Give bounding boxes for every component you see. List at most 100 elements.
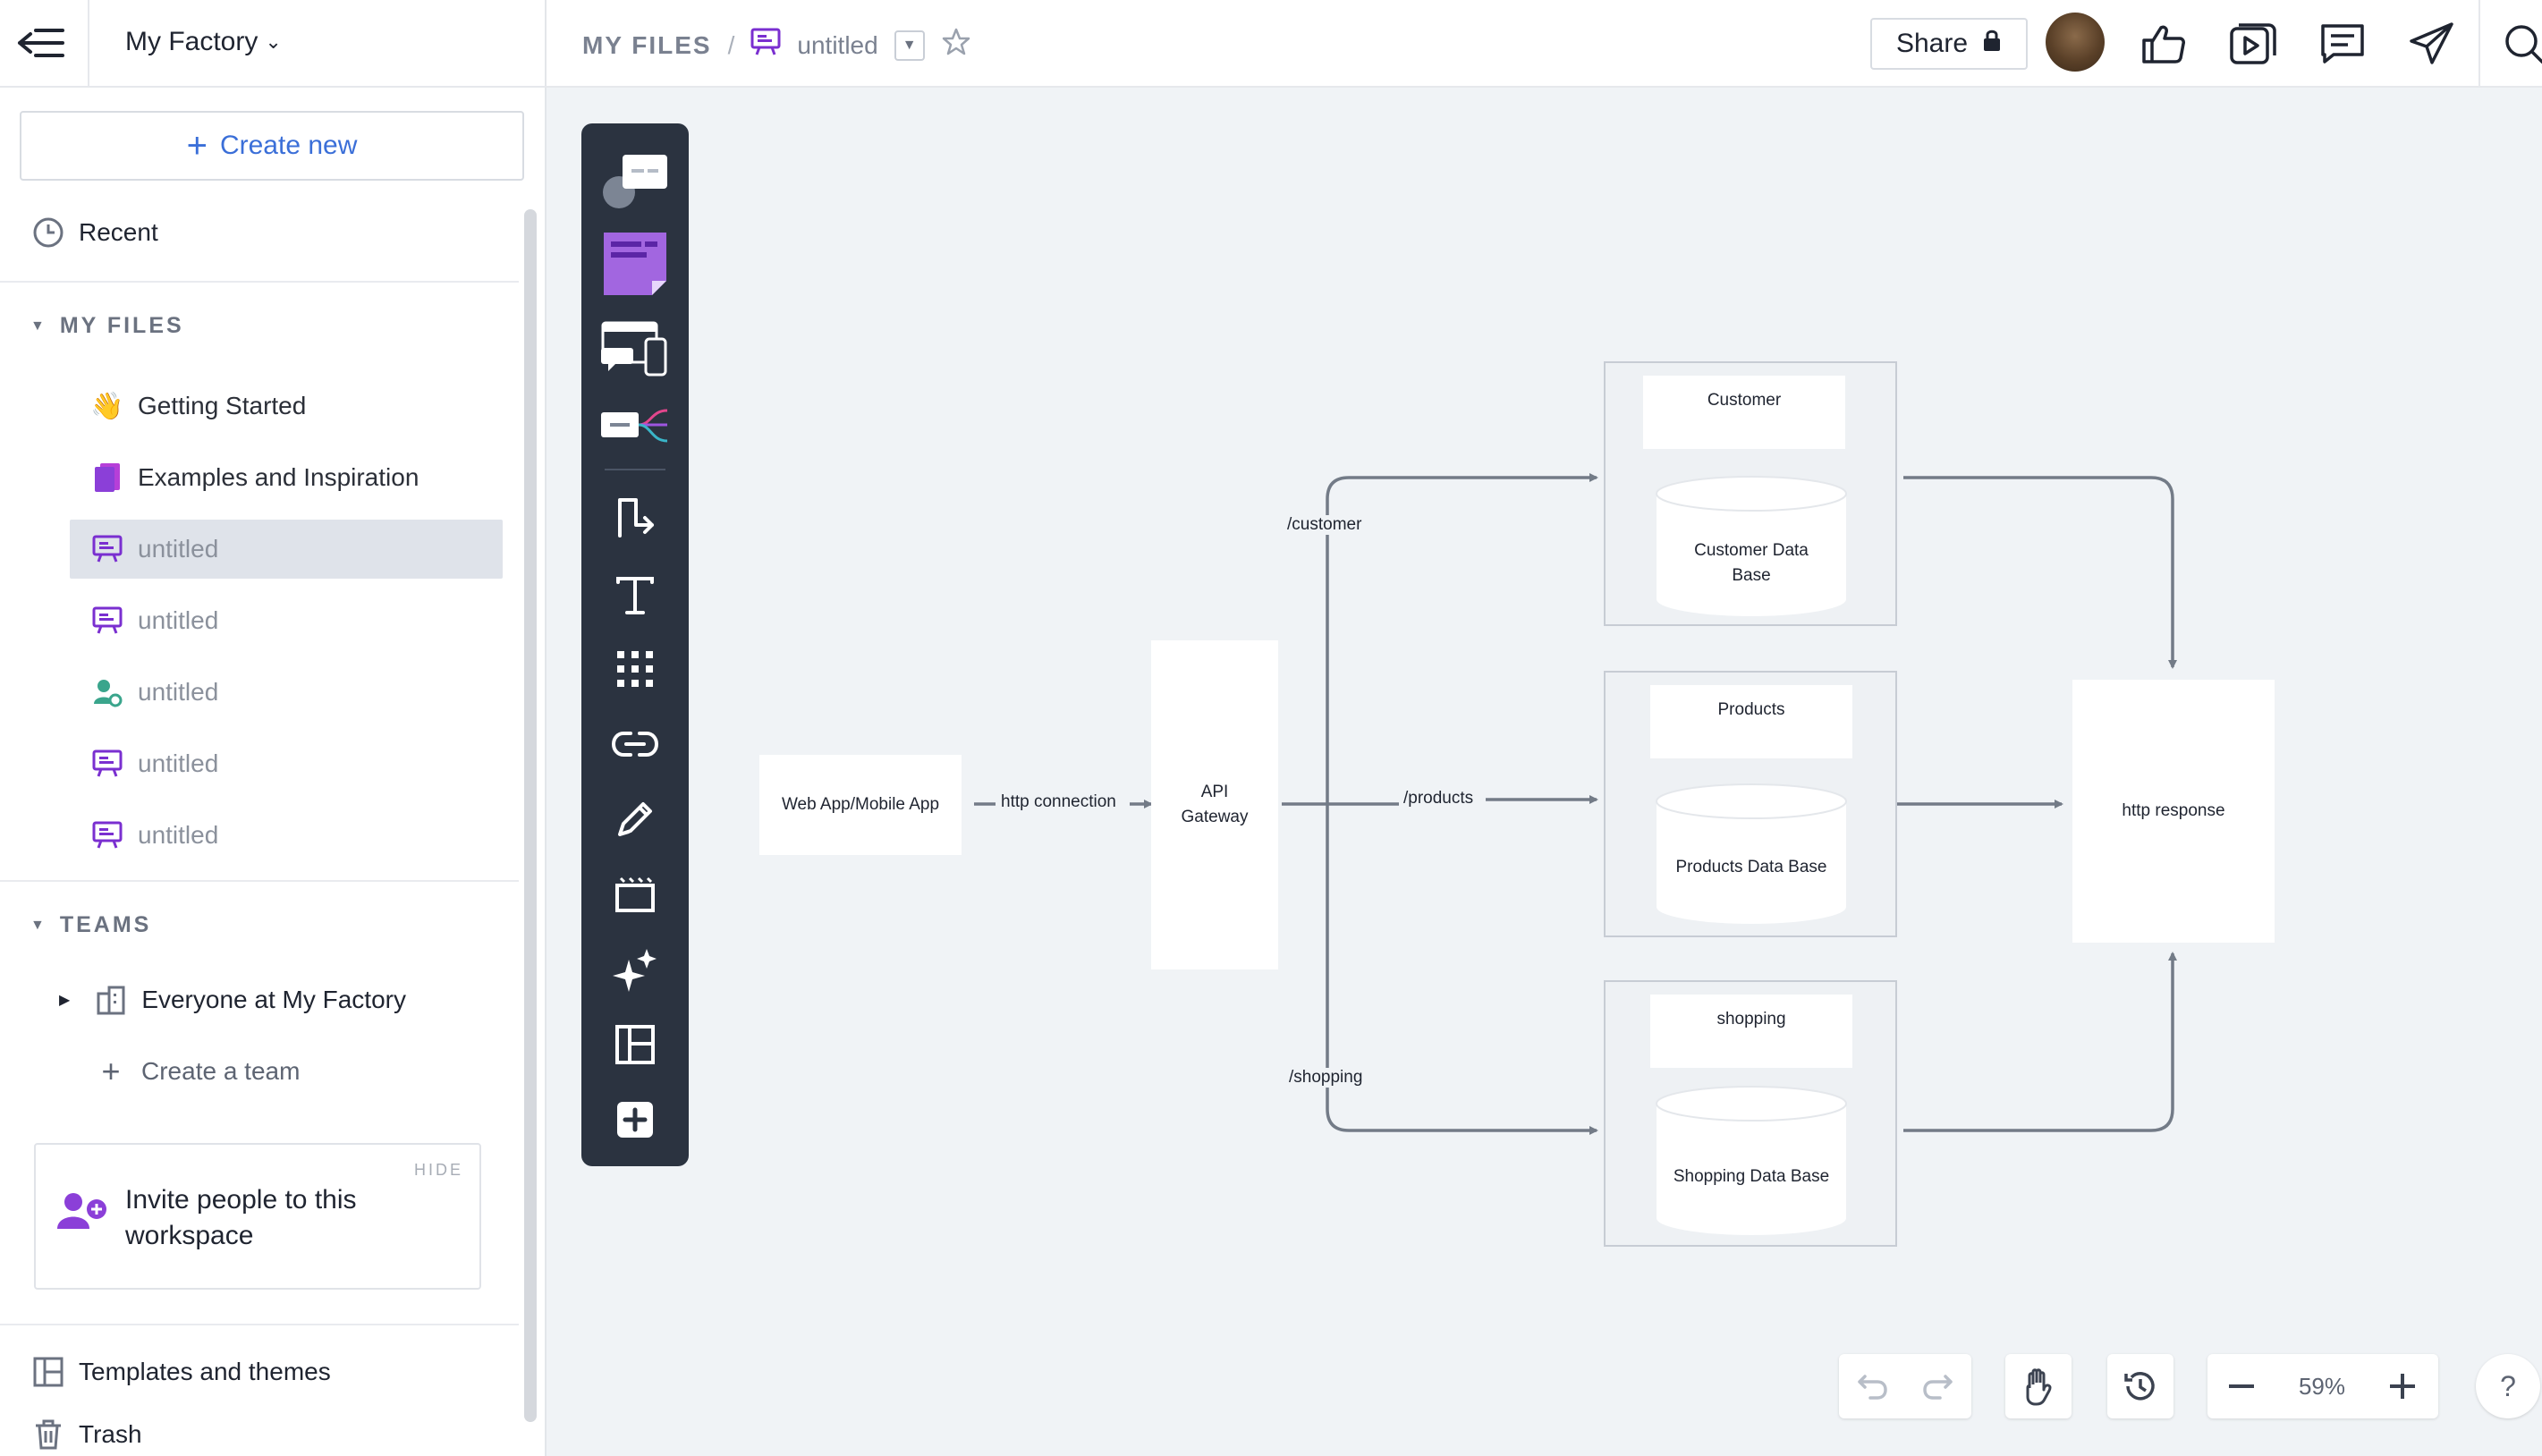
edge-label-shopping[interactable]: /shopping: [1287, 1068, 1365, 1088]
mindmap-tool-icon[interactable]: [581, 392, 689, 460]
create-team-label: Create a team: [141, 1057, 301, 1085]
document-menu-chevron-icon[interactable]: ▼: [894, 30, 925, 61]
node-shopping[interactable]: shopping: [1650, 995, 1852, 1068]
collapse-sidebar-icon[interactable]: [16, 23, 66, 63]
whiteboard-icon: [91, 819, 123, 851]
node-http-response[interactable]: http response: [2072, 680, 2275, 943]
group-shopping[interactable]: shopping Shopping Data Base: [1604, 980, 1897, 1247]
node-customer[interactable]: Customer: [1643, 376, 1845, 449]
file-item-untitled[interactable]: untitled: [70, 806, 503, 865]
breadcrumb-my-files[interactable]: MY FILES: [582, 31, 712, 60]
hide-invite-button[interactable]: HIDE: [414, 1161, 463, 1180]
whiteboard-icon: [91, 533, 123, 565]
edge-label-http[interactable]: http connection: [999, 792, 1118, 812]
file-label: Getting Started: [138, 392, 307, 419]
sticky-note-tool-icon[interactable]: [581, 224, 689, 304]
team-item-everyone[interactable]: ▶ Everyone at My Factory: [59, 982, 406, 1018]
text-tool-icon[interactable]: [581, 560, 689, 631]
grid-tool-icon[interactable]: [581, 633, 689, 705]
waving-hand-icon: 👋: [90, 391, 124, 421]
edge-label-customer[interactable]: /customer: [1285, 515, 1364, 535]
building-icon: [93, 982, 129, 1018]
header-divider: [88, 0, 89, 88]
redo-icon[interactable]: [1905, 1373, 1971, 1400]
add-user-icon: [55, 1189, 109, 1237]
connector-tool-icon[interactable]: [581, 481, 689, 553]
sidebar-item-templates[interactable]: Templates and themes: [30, 1354, 331, 1390]
products-db-label: Products Data Base: [1675, 858, 1827, 876]
node-products-db[interactable]: Products Data Base: [1656, 783, 1847, 925]
wireframe-tool-icon[interactable]: [581, 313, 689, 385]
whiteboard-icon: [91, 605, 123, 637]
present-icon[interactable]: [2208, 0, 2298, 88]
more-tools-plus-icon[interactable]: [581, 1084, 689, 1155]
pen-tool-icon[interactable]: [581, 783, 689, 855]
invite-text[interactable]: Invite people to this workspace: [125, 1182, 411, 1254]
file-label: untitled: [138, 749, 219, 777]
comment-icon[interactable]: [2298, 0, 2387, 88]
breadcrumb-separator: /: [727, 30, 735, 59]
sidebar: My Factory ⌄ + Create new Recent ▼ MY FI…: [0, 0, 547, 1456]
frame-tool-icon[interactable]: [581, 859, 689, 930]
zoom-controls: 59%: [2207, 1354, 2438, 1418]
help-button[interactable]: ?: [2476, 1354, 2540, 1418]
star-icon[interactable]: [941, 27, 971, 63]
ai-sparkle-tool-icon[interactable]: [581, 934, 689, 1005]
sidebar-scrollbar[interactable]: [524, 209, 537, 1422]
node-products[interactable]: Products: [1650, 685, 1852, 758]
node-shopping-db[interactable]: Shopping Data Base: [1656, 1086, 1847, 1236]
zoom-in-icon[interactable]: [2368, 1374, 2436, 1399]
file-item-untitled[interactable]: untitled: [70, 663, 503, 722]
file-label: untitled: [138, 535, 219, 563]
invite-card: HIDE Invite people to this workspace: [34, 1143, 481, 1290]
file-item-getting-started[interactable]: 👋 Getting Started: [70, 377, 503, 436]
file-item-untitled[interactable]: untitled: [70, 734, 503, 793]
top-bar: MY FILES / untitled ▼ Share: [547, 0, 2542, 88]
file-item-untitled-active[interactable]: untitled: [70, 520, 503, 579]
teams-section-toggle[interactable]: ▼ TEAMS: [30, 912, 151, 938]
hand-tool-icon[interactable]: [2005, 1354, 2072, 1418]
like-icon[interactable]: [2119, 0, 2208, 88]
gateway-label-line2: Gateway: [1181, 808, 1249, 826]
undo-redo-group: [1839, 1354, 1971, 1418]
create-team-button[interactable]: + Create a team: [93, 1053, 301, 1089]
send-icon[interactable]: [2387, 0, 2477, 88]
plus-icon: +: [186, 126, 208, 165]
user-avatar[interactable]: [2046, 13, 2105, 72]
group-products[interactable]: Products Products Data Base: [1604, 671, 1897, 937]
node-customer-db[interactable]: Customer Data Base: [1656, 476, 1847, 617]
canvas[interactable]: Web App/Mobile App http connection API G…: [547, 88, 2542, 1456]
workspace-name: My Factory: [125, 27, 258, 56]
create-new-button[interactable]: + Create new: [20, 111, 524, 181]
node-api-gateway[interactable]: API Gateway: [1151, 640, 1278, 969]
caret-down-icon: ▼: [30, 317, 47, 334]
file-item-untitled[interactable]: untitled: [70, 591, 503, 650]
undo-icon[interactable]: [1839, 1373, 1905, 1400]
group-customer[interactable]: Customer Customer Data Base: [1604, 361, 1897, 626]
zoom-out-icon[interactable]: [2207, 1384, 2275, 1389]
link-tool-icon[interactable]: [581, 708, 689, 780]
book-icon: [91, 461, 123, 494]
edge-label-products[interactable]: /products: [1402, 789, 1476, 808]
plus-icon: +: [101, 1053, 121, 1089]
file-item-examples[interactable]: Examples and Inspiration: [70, 448, 503, 507]
chevron-down-icon: ⌄: [265, 30, 282, 53]
sidebar-item-recent[interactable]: Recent: [30, 215, 158, 250]
sidebar-item-trash[interactable]: Trash: [30, 1417, 142, 1452]
templates-tool-icon[interactable]: [581, 1009, 689, 1080]
history-icon[interactable]: [2107, 1354, 2173, 1418]
share-button[interactable]: Share: [1870, 18, 2028, 70]
document-title[interactable]: untitled: [797, 31, 877, 60]
lock-icon: [1982, 29, 2002, 59]
shapes-tool-icon[interactable]: [581, 143, 689, 215]
node-client[interactable]: Web App/Mobile App: [759, 755, 962, 855]
file-label: Examples and Inspiration: [138, 463, 419, 491]
zoom-level[interactable]: 59%: [2275, 1373, 2368, 1401]
caret-down-icon: ▼: [30, 917, 47, 933]
file-label: untitled: [138, 678, 219, 706]
my-files-section-toggle[interactable]: ▼ MY FILES: [30, 313, 184, 339]
workspace-switcher[interactable]: My Factory ⌄: [125, 27, 282, 57]
trash-label: Trash: [79, 1420, 142, 1448]
customer-db-label: Customer Data Base: [1694, 541, 1809, 585]
search-icon[interactable]: [2478, 0, 2542, 88]
